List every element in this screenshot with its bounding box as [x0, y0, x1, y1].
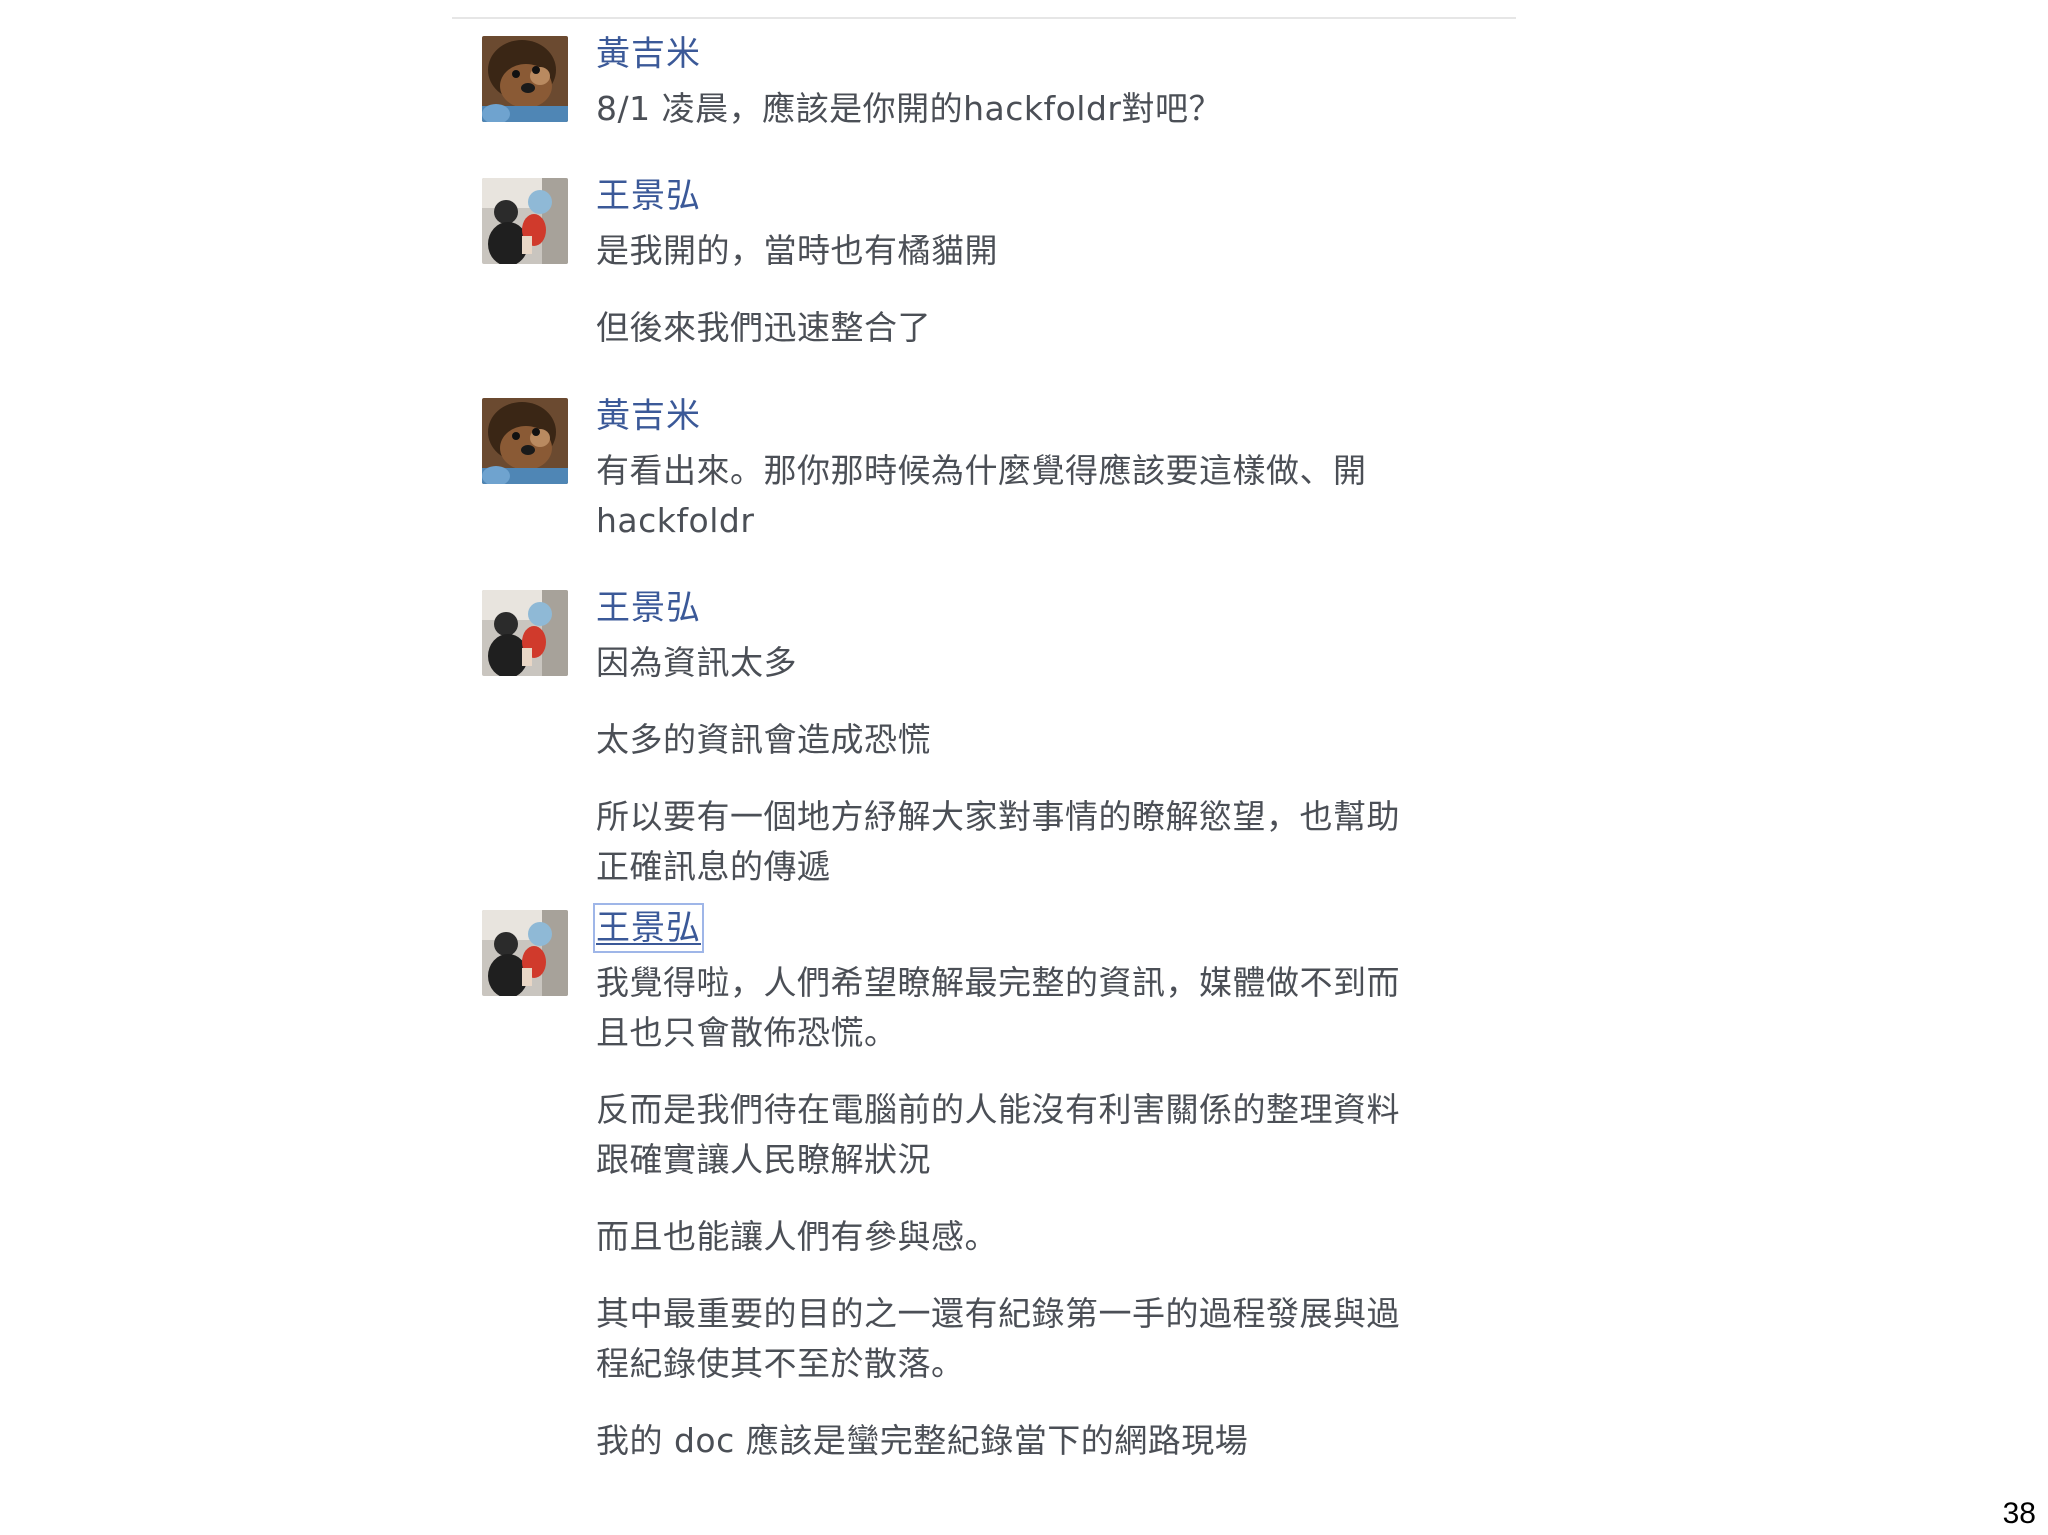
message-text: 有看出來。那你那時候為什麼覺得應該要這樣做、開 hackfoldr — [596, 451, 1367, 540]
person-avatar-icon — [482, 910, 568, 996]
message-group: 王景弘 因為資訊太多 太多的資訊會造成恐慌 所以要有一個地方紓解大家對事情的瞭解… — [482, 586, 1522, 906]
dog-avatar-icon — [482, 36, 568, 122]
message-content: 王景弘 因為資訊太多 太多的資訊會造成恐慌 所以要有一個地方紓解大家對事情的瞭解… — [596, 586, 1522, 892]
message-text: 我的 doc 應該是蠻完整紀錄當下的網路現場 — [596, 1421, 1249, 1460]
message-group: 黃吉米 有看出來。那你那時候為什麼覺得應該要這樣做、開 hackfoldr — [482, 394, 1522, 586]
avatar[interactable] — [482, 398, 568, 484]
message-text: 我覺得啦，人們希望瞭解最完整的資訊，媒體做不到而 且也只會散佈恐慌。 — [596, 963, 1400, 1052]
message-group: 黃吉米 8/1 凌晨，應該是你開的hackfoldr對吧？ — [482, 32, 1522, 174]
sender-name[interactable]: 黃吉米 — [596, 32, 701, 76]
message-text: 而且也能讓人們有參與感。 — [596, 1217, 998, 1256]
sender-name[interactable]: 王景弘 — [596, 586, 701, 630]
message-content: 王景弘 我覺得啦，人們希望瞭解最完整的資訊，媒體做不到而 且也只會散佈恐慌。 反… — [593, 903, 1522, 1466]
avatar[interactable] — [482, 590, 568, 676]
chat-transcript: 黃吉米 8/1 凌晨，應該是你開的hackfoldr對吧？ 王景弘 是我開的，當… — [482, 32, 1522, 1466]
sender-name[interactable]: 王景弘 — [593, 903, 704, 953]
message-group: 王景弘 是我開的，當時也有橘貓開 但後來我們迅速整合了 — [482, 174, 1522, 394]
message-text: 因為資訊太多 — [596, 643, 797, 682]
message-content: 王景弘 是我開的，當時也有橘貓開 但後來我們迅速整合了 — [596, 174, 1522, 353]
avatar[interactable] — [482, 910, 568, 996]
avatar[interactable] — [482, 178, 568, 264]
message-text: 反而是我們待在電腦前的人能沒有利害關係的整理資料 跟確實讓人民瞭解狀況 — [596, 1090, 1400, 1179]
sender-name[interactable]: 王景弘 — [596, 174, 701, 218]
message-text: 但後來我們迅速整合了 — [596, 308, 931, 347]
person-avatar-icon — [482, 590, 568, 676]
person-avatar-icon — [482, 178, 568, 264]
message-text: 太多的資訊會造成恐慌 — [596, 720, 931, 759]
message-text: 8/1 凌晨，應該是你開的hackfoldr對吧？ — [596, 89, 1222, 128]
message-content: 黃吉米 8/1 凌晨，應該是你開的hackfoldr對吧？ — [596, 32, 1522, 134]
page-number: 38 — [2002, 1497, 2036, 1530]
dog-avatar-icon — [482, 398, 568, 484]
top-divider — [452, 17, 1516, 19]
message-text: 是我開的，當時也有橘貓開 — [596, 231, 998, 270]
sender-name[interactable]: 黃吉米 — [596, 394, 701, 438]
message-text: 其中最重要的目的之一還有紀錄第一手的過程發展與過 程紀錄使其不至於散落。 — [596, 1294, 1400, 1383]
message-text: 所以要有一個地方紓解大家對事情的瞭解慾望，也幫助 正確訊息的傳遞 — [596, 797, 1400, 886]
message-content: 黃吉米 有看出來。那你那時候為什麼覺得應該要這樣做、開 hackfoldr — [596, 394, 1522, 546]
avatar[interactable] — [482, 36, 568, 122]
message-group: 王景弘 我覺得啦，人們希望瞭解最完整的資訊，媒體做不到而 且也只會散佈恐慌。 反… — [482, 903, 1522, 1466]
